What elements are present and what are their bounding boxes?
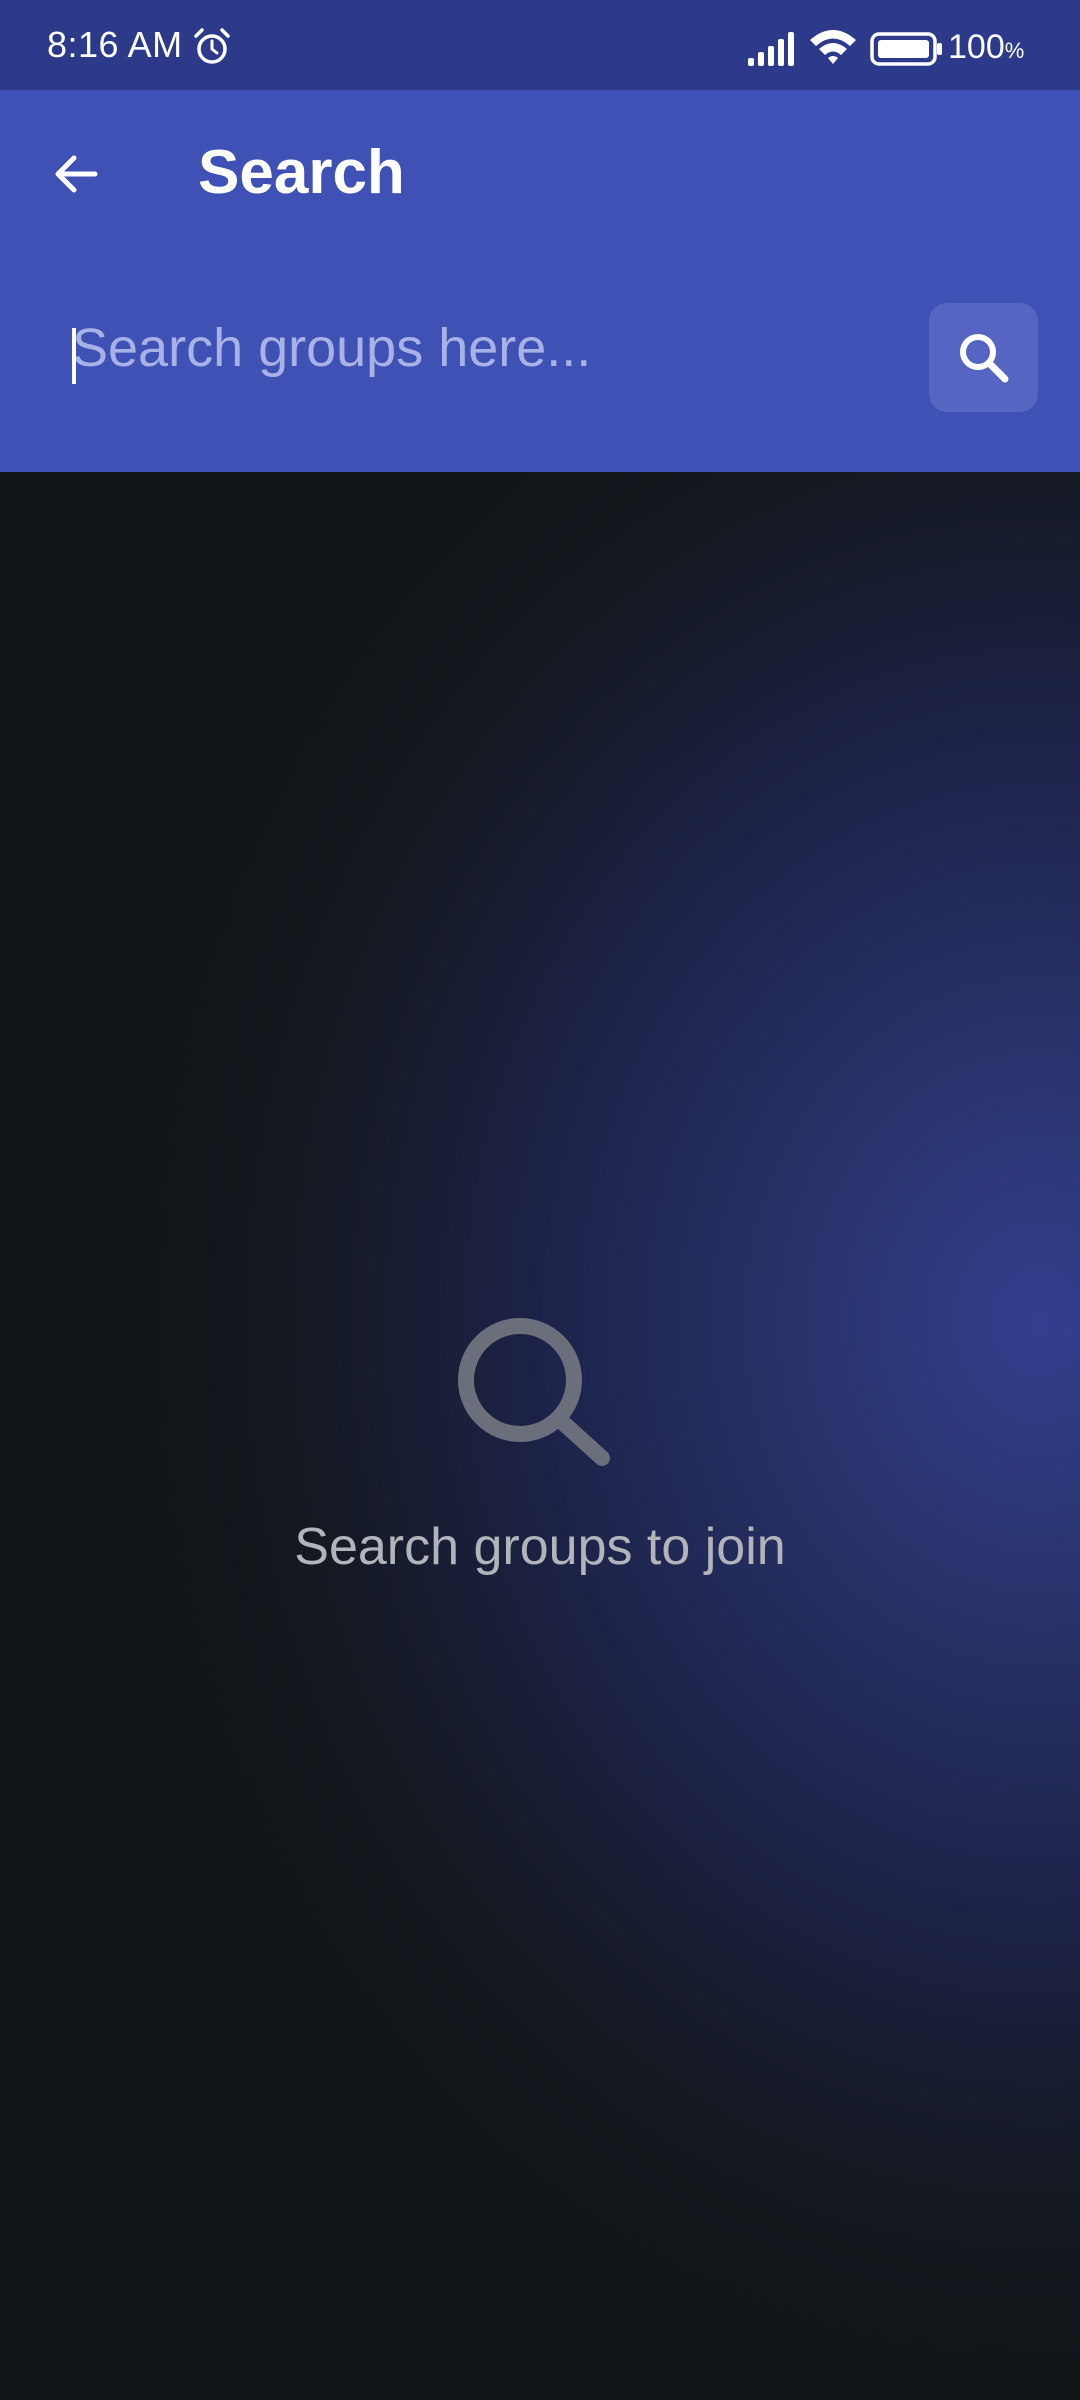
- battery-icon: [870, 32, 942, 66]
- search-button[interactable]: [929, 303, 1038, 412]
- search-icon: [959, 333, 1008, 382]
- arrow-left-icon: [55, 155, 98, 193]
- status-time: 8:16 AM: [47, 24, 183, 65]
- wifi-icon: [810, 30, 856, 64]
- app-header: Search: [0, 90, 1080, 472]
- empty-state-message: Search groups to join: [294, 1518, 786, 1576]
- signal-icon: [748, 32, 794, 66]
- page-title: Search: [198, 138, 405, 207]
- search-input[interactable]: [56, 302, 896, 394]
- alarm-icon: [194, 28, 230, 64]
- battery-percentage: 100%: [948, 28, 1025, 66]
- search-icon: [458, 1318, 610, 1466]
- search-results-area: Search groups to join: [0, 472, 1080, 2400]
- back-button[interactable]: [36, 134, 116, 214]
- status-bar: 8:16 AM 100%: [0, 0, 1080, 90]
- text-cursor: [72, 328, 76, 384]
